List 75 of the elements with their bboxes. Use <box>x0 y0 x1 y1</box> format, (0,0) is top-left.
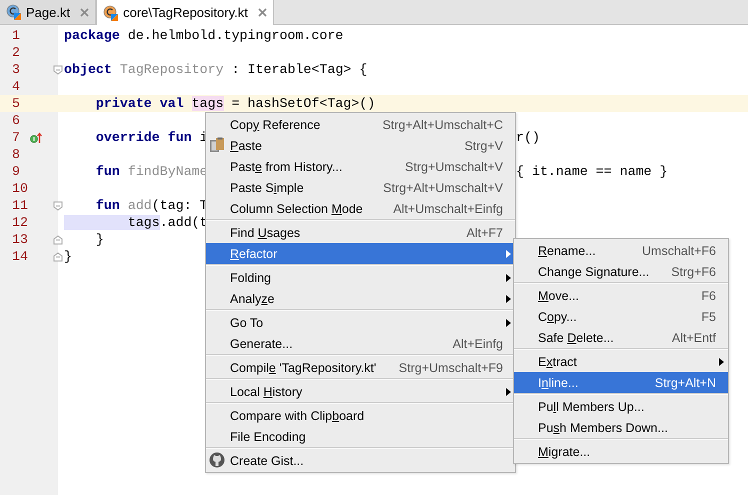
shortcut-text: Strg+Alt+Umschalt+V <box>383 180 503 194</box>
line-number: 13 <box>11 231 29 248</box>
code-line: private val tags = hashSetOf<Tag>() <box>94 96 376 111</box>
menu-item[interactable]: Compile 'TagRepository.kt' Strg+Umschalt+F9 <box>206 357 515 378</box>
menu-item[interactable]: Rename... Umschalt+F6 <box>514 240 728 261</box>
menu-item[interactable]: Pull Members Up... <box>514 396 728 417</box>
menu-item[interactable]: Column Selection Mode Alt+Umschalt+Einfg <box>206 198 515 219</box>
line-number: 5 <box>11 95 21 112</box>
line-number: 8 <box>11 146 21 163</box>
editor-tab[interactable]: core\TagRepository.kt <box>96 0 274 25</box>
menu-item[interactable]: Paste from History... Strg+Umschalt+V <box>206 156 515 177</box>
file-type-icon <box>103 4 120 20</box>
menu-item[interactable]: Copy... F5 <box>514 306 728 327</box>
menu-item[interactable]: Refactor <box>206 243 515 264</box>
shortcut-text: Strg+Umschalt+F9 <box>398 360 503 374</box>
close-icon[interactable] <box>258 8 267 17</box>
line-number: 6 <box>11 112 21 129</box>
line-number: 14 <box>11 248 29 265</box>
menu-item[interactable]: Paste Strg+V <box>206 135 515 156</box>
close-icon[interactable] <box>80 8 90 16</box>
code-line: { it.name == name } <box>516 163 668 180</box>
editor-tab[interactable]: Page.kt <box>0 0 96 24</box>
menu-item[interactable]: Migrate... <box>514 441 728 462</box>
menu-item[interactable]: Paste Simple Strg+Alt+Umschalt+V <box>206 177 515 198</box>
line-number: 1 <box>11 27 21 44</box>
shortcut-text: Alt+F7 <box>466 226 503 240</box>
shortcut-text: Alt+Umschalt+Einfg <box>393 202 503 216</box>
shortcut-text: Strg+Alt+Umschalt+C <box>382 118 503 132</box>
shortcut-text: F5 <box>701 310 716 324</box>
shortcut-text: Strg+F6 <box>671 264 716 278</box>
shortcut-text: Umschalt+F6 <box>642 244 716 258</box>
code-line: } <box>64 249 72 264</box>
menu-item[interactable]: Copy Reference Strg+Alt+Umschalt+C <box>206 114 515 135</box>
code-line: tags.add(t <box>64 215 208 230</box>
menu-item[interactable]: Move... F6 <box>514 285 728 306</box>
line-number: 9 <box>11 163 21 180</box>
menu-item[interactable]: Push Members Down... <box>514 417 728 438</box>
line-number: 10 <box>11 180 29 197</box>
file-type-icon <box>6 4 22 20</box>
menu-item[interactable]: Change Signature... Strg+F6 <box>514 261 728 282</box>
line-number: 7 <box>11 129 21 146</box>
menu-item[interactable]: Local History <box>206 381 515 402</box>
fold-marker-icon[interactable] <box>53 252 63 262</box>
fold-marker-icon[interactable] <box>53 65 63 75</box>
menu-item[interactable]: Go To <box>206 312 515 333</box>
line-number: 2 <box>11 44 21 61</box>
code-line: fun findByName <box>94 164 208 179</box>
shortcut-text: Strg+Umschalt+V <box>405 160 503 174</box>
menu-item[interactable]: Folding <box>206 267 515 288</box>
line-number: 4 <box>11 78 21 95</box>
menu-item[interactable]: Safe Delete... Alt+Entf <box>514 327 728 348</box>
line-number: 11 <box>11 197 29 214</box>
code-line: } <box>94 232 104 247</box>
menu-item[interactable]: Generate... Alt+Einfg <box>206 333 515 354</box>
shortcut-text: F6 <box>701 288 716 302</box>
menu-item[interactable]: Extract <box>514 351 728 372</box>
round-logo-icon <box>209 452 225 468</box>
menu-item[interactable]: Analyze <box>206 288 515 309</box>
shortcut-text: Strg+Alt+N <box>654 376 716 390</box>
paste-icon <box>209 137 225 153</box>
code-line: package de.helmbold.typingroom.core <box>64 28 344 43</box>
code-line: r() <box>516 129 540 146</box>
code-line: object TagRepository : Iterable<Tag> { <box>64 62 368 77</box>
implements-marker-icon[interactable] <box>30 132 42 144</box>
shortcut-text: Alt+Entf <box>672 330 716 344</box>
shortcut-text: Strg+V <box>464 138 503 152</box>
fold-marker-icon[interactable] <box>53 201 63 211</box>
fold-marker-icon[interactable] <box>53 235 63 245</box>
menu-item[interactable]: File Encoding <box>206 426 515 447</box>
menu-item[interactable]: Inline... Strg+Alt+N <box>514 372 728 393</box>
line-number: 12 <box>11 214 29 231</box>
menu-item[interactable]: Compare with Clipboard <box>206 405 515 426</box>
shortcut-text: Alt+Einfg <box>452 336 503 350</box>
menu-item[interactable]: Find Usages Alt+F7 <box>206 222 515 243</box>
line-number: 3 <box>11 61 21 78</box>
